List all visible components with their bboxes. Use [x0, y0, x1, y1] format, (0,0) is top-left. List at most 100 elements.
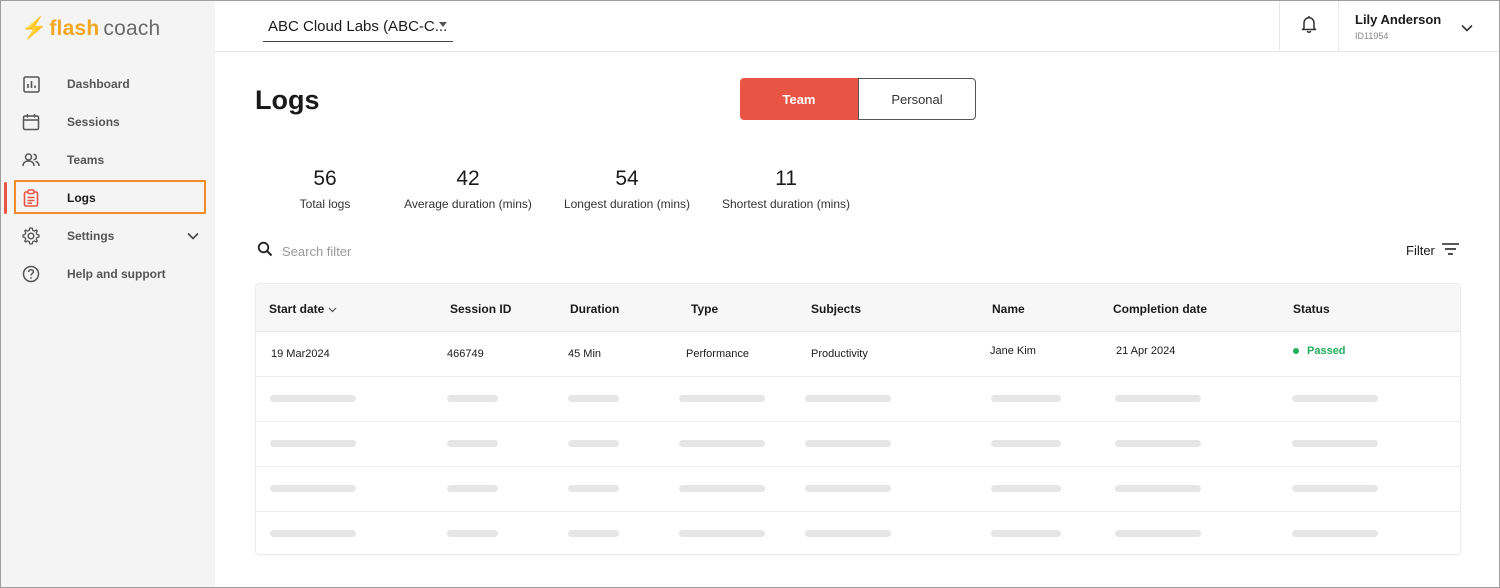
search-bar [257, 241, 482, 262]
column-header-start-date[interactable]: Start date [269, 302, 337, 316]
filter-button[interactable]: Filter [1406, 243, 1459, 258]
gear-icon [21, 226, 41, 246]
sidebar-item-teams[interactable]: Teams [1, 141, 215, 179]
calendar-icon [21, 112, 41, 132]
sidebar-item-logs[interactable]: Logs [1, 179, 215, 217]
stat-label: Average duration (mins) [404, 197, 532, 211]
skeleton-bar [805, 440, 891, 447]
table-row[interactable]: 19 Mar2024 466749 45 Min Performance Pro… [256, 332, 1460, 377]
skeleton-bar [991, 395, 1061, 402]
sidebar-item-help[interactable]: Help and support [1, 255, 215, 293]
logs-table: Start date Session ID Duration Type Subj… [255, 283, 1461, 555]
cell-name: Jane Kim [990, 345, 1036, 357]
search-input[interactable] [282, 244, 482, 259]
skeleton-bar [447, 485, 498, 492]
sidebar-item-label: Help and support [67, 267, 166, 281]
notifications-button[interactable] [1279, 1, 1339, 52]
skeleton-bar [805, 530, 891, 537]
org-select[interactable]: ABC Cloud Labs (ABC-C... [263, 15, 453, 42]
stat-value: 11 [775, 167, 797, 190]
sidebar-item-dashboard[interactable]: Dashboard [1, 65, 215, 103]
team-toggle-button[interactable]: Team [740, 78, 858, 120]
skeleton-bar [568, 530, 619, 537]
skeleton-bar [679, 440, 765, 447]
skeleton-bar [679, 395, 765, 402]
skeleton-bar [805, 485, 891, 492]
people-icon [21, 150, 41, 170]
sidebar-item-settings[interactable]: Settings [1, 217, 215, 255]
user-name: Lily Anderson [1355, 12, 1442, 27]
cell-duration: 45 Min [568, 348, 602, 360]
skeleton-bar [270, 530, 356, 537]
skeleton-bar [1292, 485, 1378, 492]
status-label: Passed [1307, 345, 1346, 357]
column-header-subjects: Subjects [811, 302, 862, 316]
skeleton-bar [991, 485, 1061, 492]
org-select-value: ABC Cloud Labs (ABC-C... [268, 18, 448, 35]
skeleton-bar [991, 530, 1061, 537]
skeleton-bar [1292, 395, 1378, 402]
skeleton-bar [805, 395, 891, 402]
stat-label: Longest duration (mins) [563, 197, 691, 211]
skeleton-bar [568, 440, 619, 447]
skeleton-bar [991, 440, 1061, 447]
skeleton-bar [1115, 440, 1201, 447]
table-header: Start date Session ID Duration Type Subj… [256, 284, 1460, 332]
personal-toggle-button[interactable]: Personal [858, 78, 976, 120]
status-dot [1293, 348, 1299, 354]
column-header-name: Name [992, 302, 1025, 316]
stat-label: Shortest duration (mins) [721, 197, 851, 211]
page-title: Logs [255, 85, 320, 115]
sidebar-item-label: Dashboard [67, 77, 130, 91]
chevron-down-icon[interactable] [1461, 19, 1473, 37]
skeleton-bar [679, 530, 765, 537]
stat-average-duration: 42 Average duration (mins) [401, 167, 535, 211]
logo-coach: coach [103, 17, 161, 40]
focus-highlight [14, 180, 206, 214]
bolt-icon: ⚡ [21, 17, 48, 40]
skeleton-bar [1292, 530, 1378, 537]
skeleton-bar [679, 485, 765, 492]
logo: ⚡ flash coach [21, 17, 160, 41]
active-indicator [4, 182, 7, 214]
app-window: ⚡ flash coach Dashboard Sessions Teams L… [0, 0, 1500, 588]
user-menu[interactable]: Lily Anderson ID11954 [1355, 12, 1441, 41]
skeleton-bar [447, 395, 498, 402]
sidebar-item-label: Teams [67, 153, 105, 167]
search-icon [257, 241, 273, 262]
skeleton-bar [270, 395, 356, 402]
cell-session-id: 466749 [447, 348, 484, 360]
help-circle-icon [21, 264, 41, 284]
skeleton-bar [1115, 485, 1201, 492]
stat-value: 42 [456, 167, 480, 190]
skeleton-bar [568, 395, 619, 402]
column-header-type: Type [691, 302, 719, 316]
table-row-placeholder [256, 422, 1460, 467]
sidebar-item-sessions[interactable]: Sessions [1, 103, 215, 141]
chevron-down-icon[interactable] [187, 229, 199, 243]
user-id: ID11954 [1355, 31, 1389, 41]
filter-label: Filter [1406, 243, 1435, 258]
team-personal-toggle: Team Personal [740, 78, 976, 120]
sidebar-item-label: Sessions [67, 115, 120, 129]
stat-value: 56 [313, 167, 337, 190]
cell-start-date: 19 Mar2024 [271, 348, 330, 360]
skeleton-bar [1115, 530, 1201, 537]
stat-longest-duration: 54 Longest duration (mins) [560, 167, 694, 211]
sidebar-item-label: Settings [67, 229, 115, 243]
topbar: ABC Cloud Labs (ABC-C... Lily Anderson I… [215, 1, 1499, 52]
main-content: ABC Cloud Labs (ABC-C... Lily Anderson I… [215, 1, 1499, 587]
logo-flash: flash [49, 17, 100, 40]
table-row-placeholder [256, 467, 1460, 512]
caret-down-icon [439, 22, 447, 27]
skeleton-bar [1292, 440, 1378, 447]
sidebar: ⚡ flash coach Dashboard Sessions Teams L… [1, 1, 215, 587]
column-header-duration: Duration [570, 302, 620, 316]
column-label: Start date [269, 302, 325, 316]
column-header-session-id: Session ID [450, 302, 512, 316]
column-header-completion-date: Completion date [1113, 302, 1208, 316]
cell-type: Performance [686, 348, 749, 360]
skeleton-bar [270, 440, 356, 447]
stat-shortest-duration: 11 Shortest duration (mins) [717, 167, 855, 211]
bar-chart-icon [21, 74, 41, 94]
